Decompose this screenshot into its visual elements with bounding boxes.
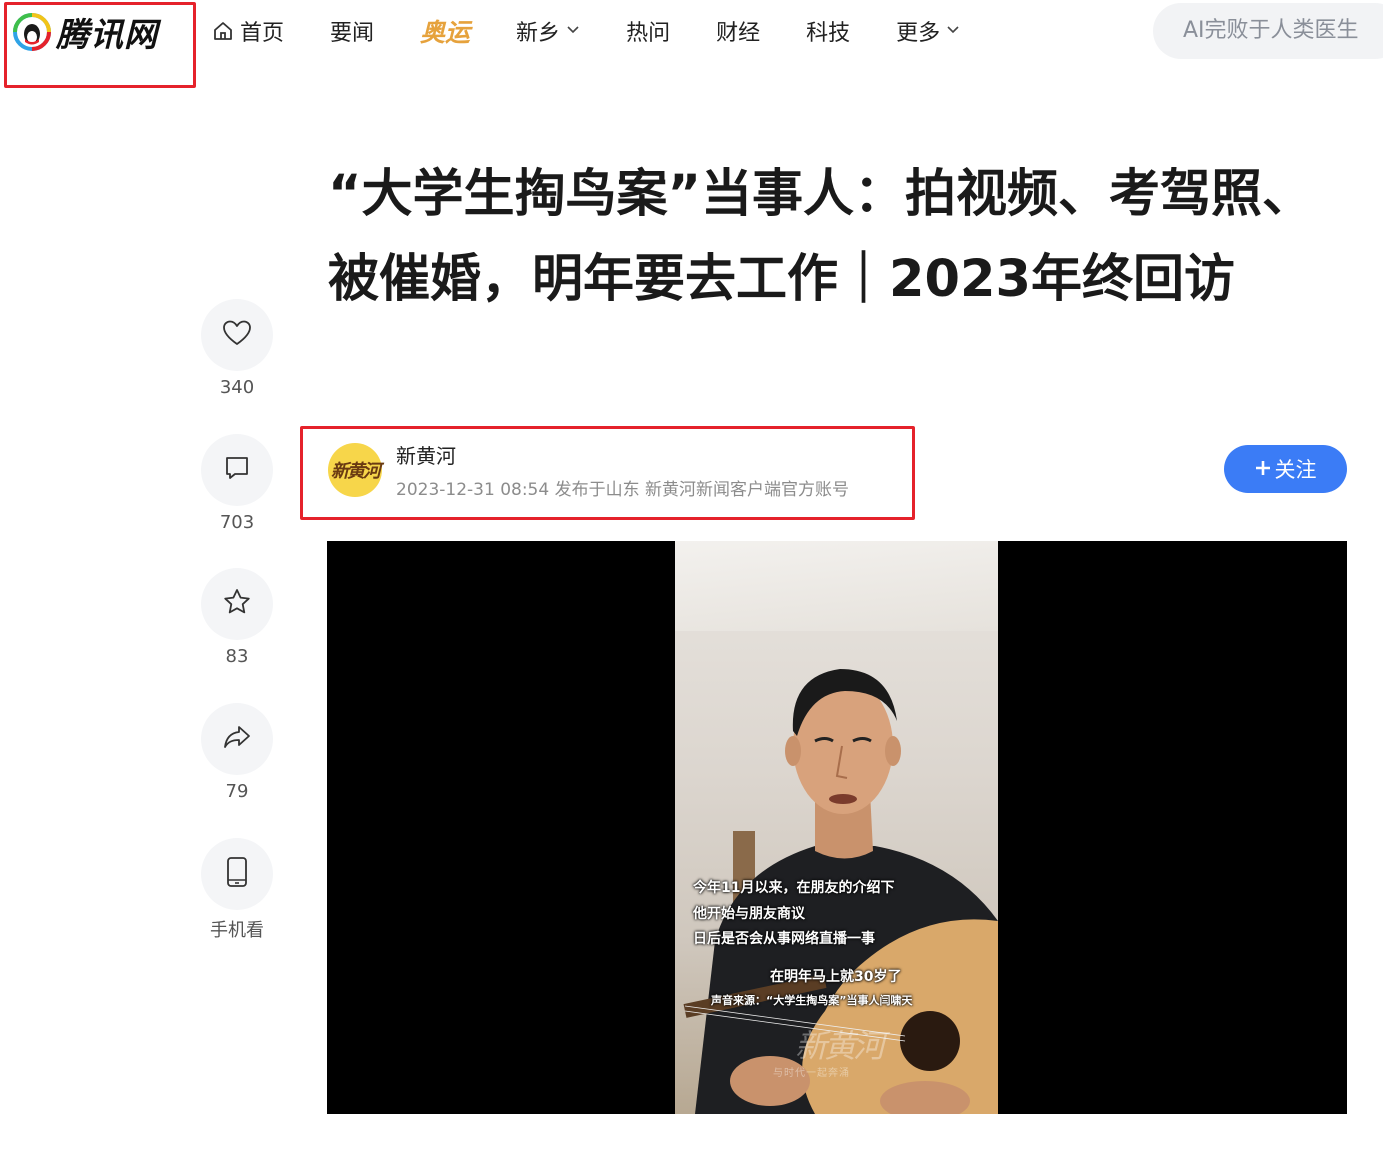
nav-item-label: 要闻 <box>330 21 375 46</box>
chevron-down-icon <box>946 23 960 39</box>
share-button[interactable] <box>201 703 273 775</box>
video-subtitle-line: 在明年马上就30岁了 <box>770 969 902 985</box>
star-icon <box>222 587 252 621</box>
like-count: 340 <box>219 377 255 398</box>
like-tool: 340 <box>201 299 273 398</box>
chevron-down-icon <box>566 23 580 39</box>
nav-item-news[interactable]: 要闻 <box>330 15 374 47</box>
logo-highlight-box <box>4 2 196 88</box>
home-icon <box>212 20 234 42</box>
comment-count: 703 <box>219 512 255 533</box>
nav-item-tech[interactable]: 科技 <box>806 15 850 47</box>
video-watermark-slogan: 与时代一起奔涌 <box>773 1068 850 1079</box>
share-tool: 79 <box>201 703 273 802</box>
share-icon <box>222 723 252 755</box>
nav-item-label: 热问 <box>626 21 671 46</box>
favorite-button[interactable] <box>201 568 273 640</box>
nav-item-label: 科技 <box>806 21 851 46</box>
search-input[interactable]: AI完败于人类医生 <box>1153 3 1383 59</box>
nav-item-finance[interactable]: 财经 <box>716 15 760 47</box>
nav-item-label: 财经 <box>716 21 761 46</box>
nav-item-more[interactable]: 更多 <box>896 15 960 47</box>
heart-icon <box>222 319 252 351</box>
phone-icon <box>225 856 249 892</box>
video-player[interactable]: 今年11月以来，在朋友的介绍下 他开始与朋友商议 日后是否会从事网络直播一事 在… <box>327 541 1347 1114</box>
nav-item-home[interactable]: 首页 <box>212 15 284 47</box>
share-count: 79 <box>225 781 249 802</box>
video-audio-source: 声音来源：“大学生掏鸟案”当事人闫啸天 <box>711 994 913 1007</box>
video-subtitle-line: 日后是否会从事网络直播一事 <box>693 931 875 947</box>
video-subtitle-line: 他开始与朋友商议 <box>693 906 805 922</box>
comment-tool: 703 <box>201 434 273 533</box>
nav-item-hot-questions[interactable]: 热问 <box>626 15 670 47</box>
follow-button[interactable]: 关注 <box>1224 445 1347 493</box>
video-frame: 今年11月以来，在朋友的介绍下 他开始与朋友商议 日后是否会从事网络直播一事 在… <box>675 541 998 1114</box>
comment-icon <box>223 454 251 486</box>
mobile-view-button[interactable] <box>201 838 273 910</box>
follow-label: 关注 <box>1274 458 1317 482</box>
video-subtitle-line: 今年11月以来，在朋友的介绍下 <box>693 880 895 896</box>
author-highlight-box <box>300 426 915 520</box>
comment-button[interactable] <box>201 434 273 506</box>
top-navigation-bar: 腾讯网 首页 要闻 奥运 新乡 热问 财经 科技 更多 AI完败于人类医生 <box>0 0 1383 88</box>
nav-item-olympics[interactable]: 奥运 <box>420 13 470 49</box>
main-nav: 首页 要闻 奥运 新乡 热问 财经 科技 更多 <box>212 14 1006 48</box>
mobile-view-label: 手机看 <box>210 920 264 941</box>
favorite-tool: 83 <box>201 568 273 667</box>
favorite-count: 83 <box>225 646 249 667</box>
mobile-view-tool: 手机看 <box>201 838 273 942</box>
nav-item-label: 更多 <box>896 21 941 46</box>
plus-icon <box>1255 457 1271 481</box>
nav-item-label: 首页 <box>240 21 285 46</box>
like-button[interactable] <box>201 299 273 371</box>
nav-item-label: 奥运 <box>420 18 471 47</box>
video-watermark: 新黄河 <box>795 1027 885 1065</box>
article-title: “大学生掏鸟案”当事人：拍视频、考驾照、被催婚，明年要去工作｜2023年终回访 <box>328 165 1314 309</box>
nav-item-local[interactable]: 新乡 <box>516 15 580 47</box>
nav-item-label: 新乡 <box>516 21 561 46</box>
